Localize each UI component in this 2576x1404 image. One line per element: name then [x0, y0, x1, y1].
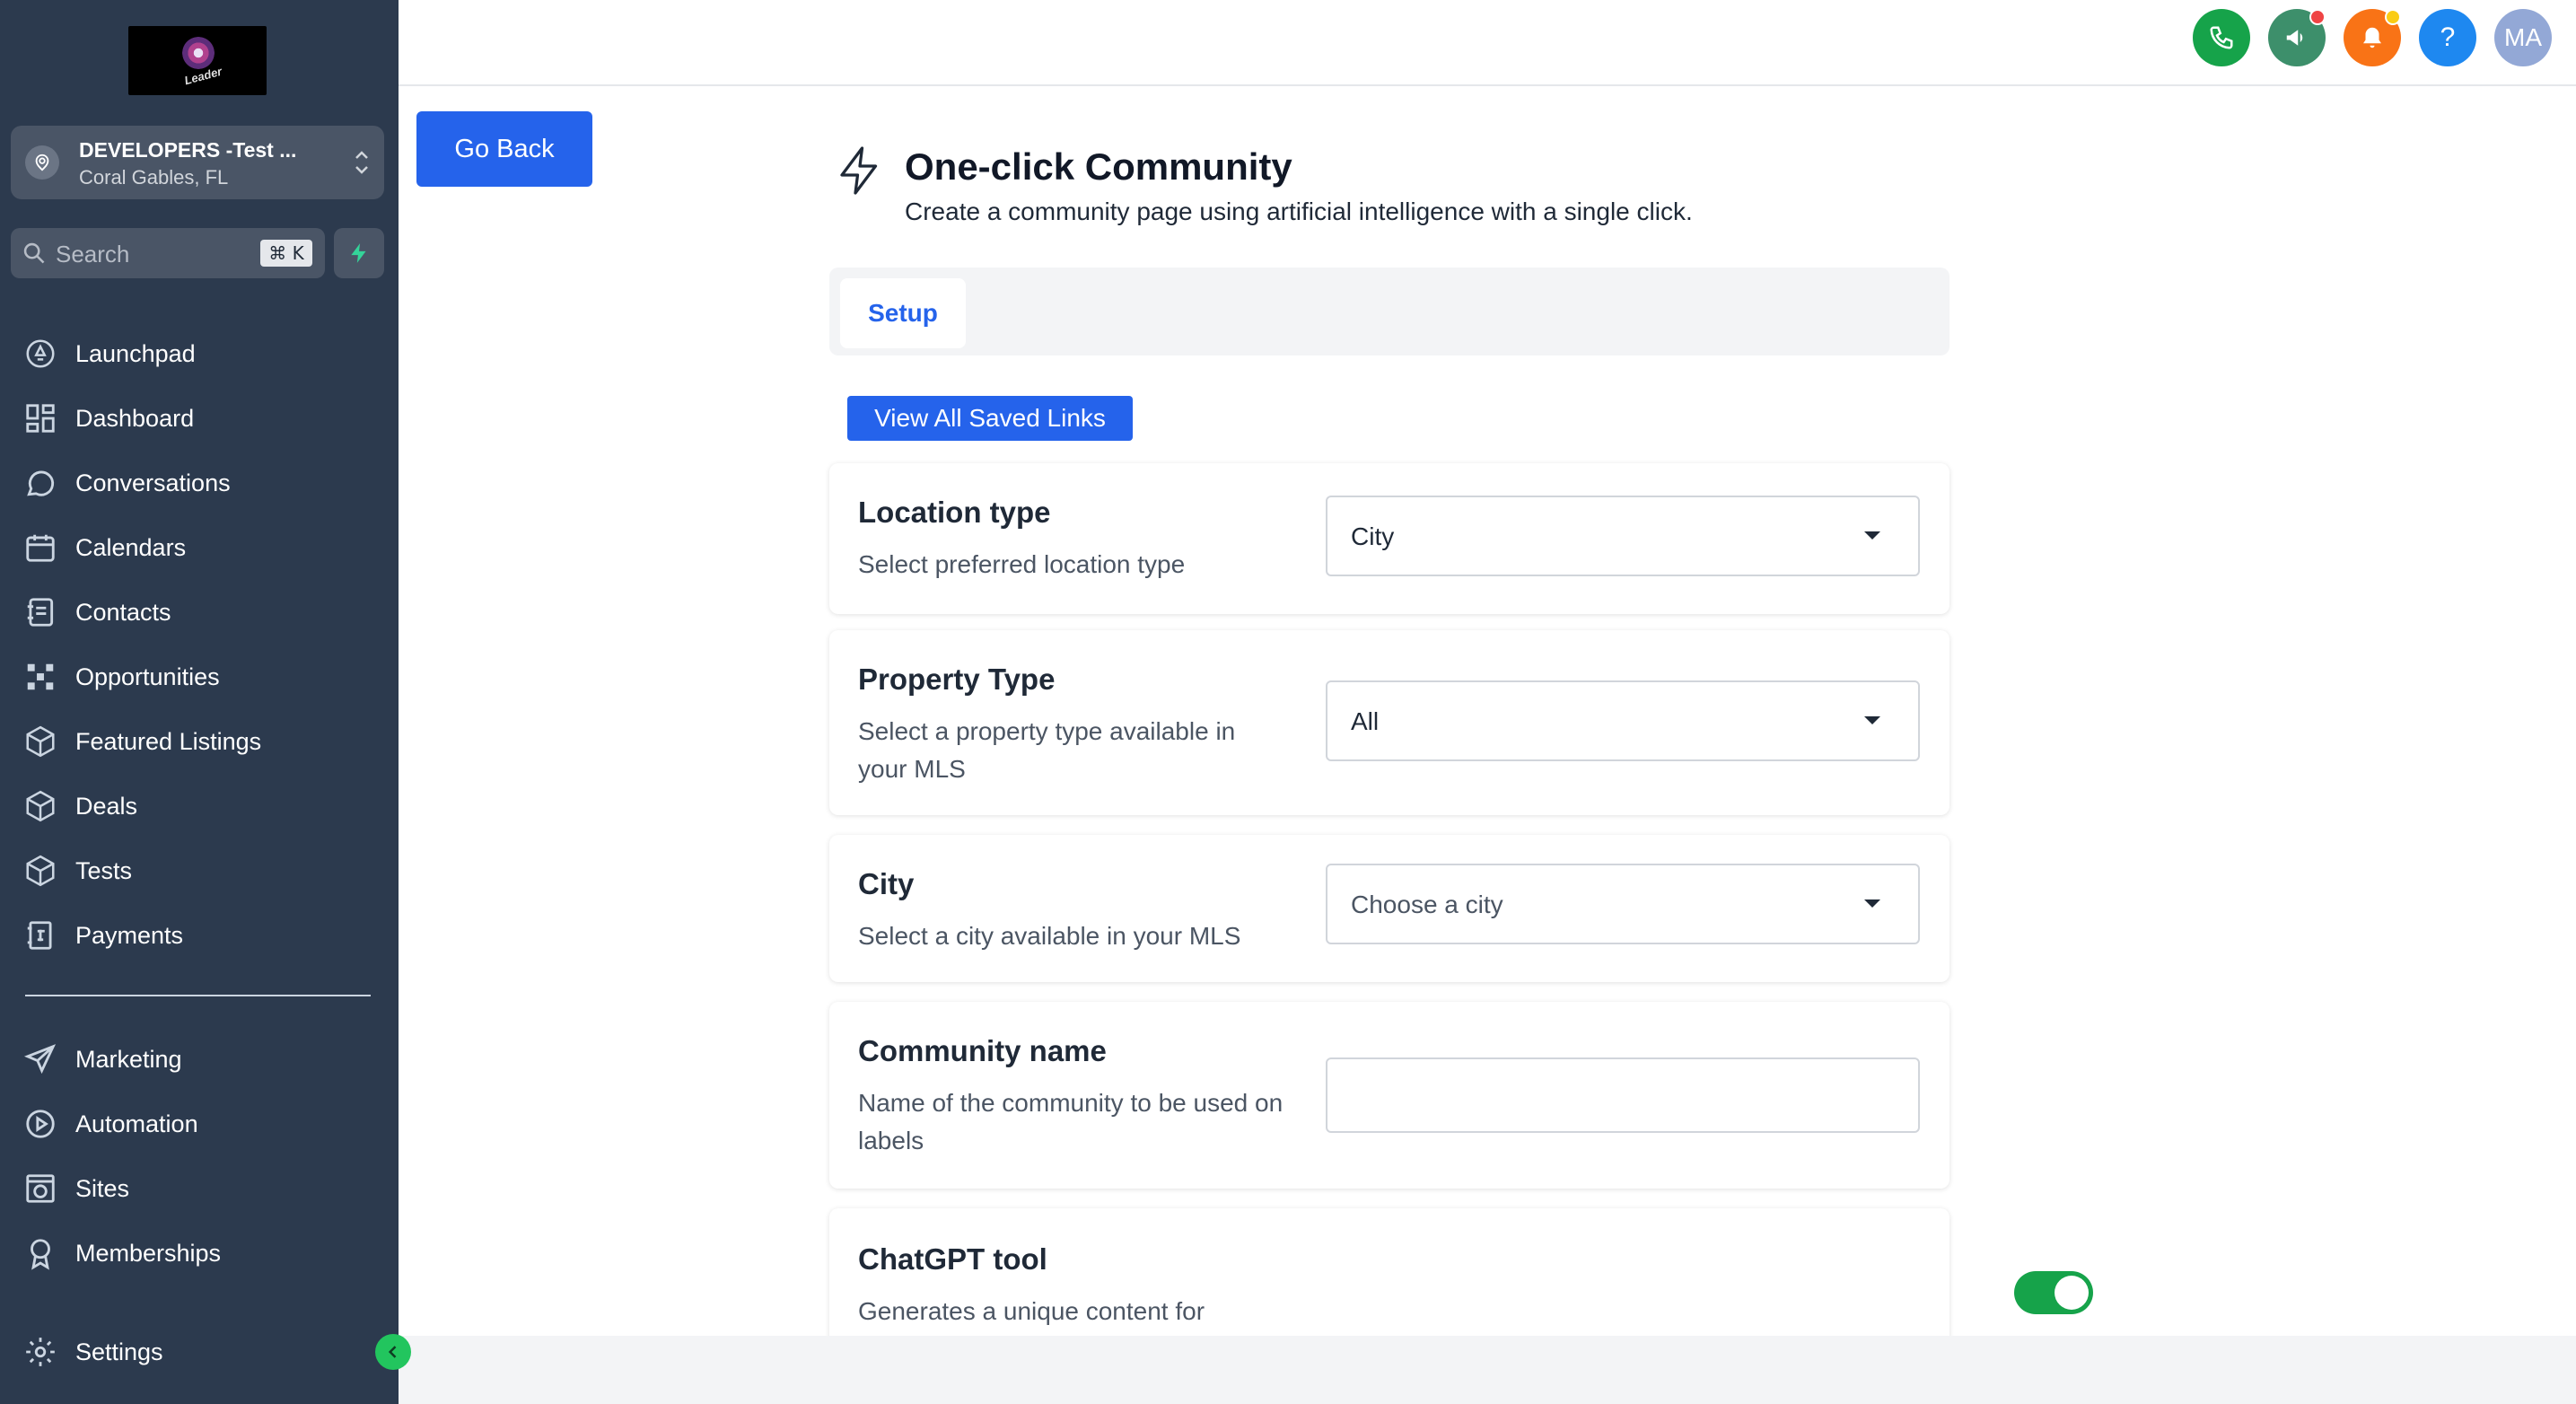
tab-setup[interactable]: Setup [840, 278, 966, 348]
caret-down-icon [1864, 899, 1880, 908]
help-icon: ? [2440, 22, 2456, 52]
box-icon [26, 790, 55, 822]
chatgpt-toggle[interactable] [2014, 1271, 2093, 1314]
property-type-select[interactable]: All [1326, 680, 1920, 761]
account-name: DEVELOPERS -Test ... [79, 138, 297, 162]
collapse-sidebar-button[interactable] [375, 1334, 411, 1370]
sidebar-item-calendars[interactable]: Calendars [23, 526, 186, 569]
main-content: Go Back One-click Community Create a com… [399, 86, 2576, 1352]
chat-bubble-icon [27, 470, 55, 496]
sidebar-item-tests[interactable]: Tests [23, 849, 132, 892]
city-title: City [858, 867, 915, 900]
sidebar-item-contacts[interactable]: Contacts [23, 591, 171, 634]
page-subtitle: Create a community page using artificial… [905, 197, 1693, 225]
chatgpt-title: ChatGPT tool [858, 1242, 1047, 1276]
user-avatar[interactable]: MA [2494, 9, 2552, 66]
gear-icon [26, 1338, 55, 1366]
bolt-icon [351, 243, 366, 263]
contacts-icon [27, 598, 54, 627]
box-icon [26, 725, 55, 758]
sidebar-divider [25, 995, 371, 996]
search-bar[interactable]: Search ⌘ K [11, 228, 325, 278]
megaphone-icon [2286, 30, 2303, 46]
rocket-icon [26, 339, 55, 368]
box-icon [26, 855, 55, 887]
search-icon [23, 242, 45, 264]
sidebar-item-opportunities[interactable]: Opportunities [23, 655, 220, 698]
sidebar-item-payments[interactable]: Payments [23, 914, 183, 957]
tab-bar: Setup [829, 268, 1950, 355]
bell-icon [2363, 27, 2381, 48]
account-location: Coral Gables, FL [79, 166, 229, 189]
sidebar-item-sites[interactable]: Sites [23, 1167, 129, 1210]
sidebar-item-featured-listings[interactable]: Featured Listings [23, 720, 261, 763]
sidebar-item-conversations[interactable]: Conversations [23, 461, 231, 505]
receipt-icon [27, 921, 52, 950]
search-shortcut: ⌘ K [260, 240, 312, 267]
page-title: One-click Community [905, 145, 1292, 188]
caret-down-icon [1864, 531, 1880, 540]
lightning-icon [840, 146, 878, 195]
location-type-select[interactable]: City [1326, 496, 1920, 576]
sidebar-item-dashboard[interactable]: Dashboard [23, 397, 194, 440]
city-desc: Select a city available in your MLS [858, 922, 1241, 950]
help-button[interactable]: ? [2419, 9, 2476, 66]
sidebar-item-settings[interactable]: Settings [23, 1330, 163, 1373]
sidebar-item-automation[interactable]: Automation [23, 1102, 198, 1145]
city-card: City Select a city available in your MLS… [829, 835, 1950, 982]
calendar-icon [26, 534, 55, 562]
notification-dot [2309, 9, 2326, 25]
globe-window-icon [26, 1174, 55, 1203]
chevron-left-icon [388, 1346, 397, 1358]
toggle-knob [2055, 1276, 2089, 1310]
property-type-card: Property Type Select a property type ava… [829, 630, 1950, 815]
phone-icon [2210, 26, 2233, 49]
sidebar-item-deals[interactable]: Deals [23, 785, 137, 828]
search-label: Search [56, 241, 130, 268]
announcements-button[interactable] [2268, 9, 2326, 66]
top-bar: ? MA [399, 0, 2576, 86]
play-circle-icon [26, 1110, 55, 1138]
community-name-title: Community name [858, 1034, 1107, 1067]
send-icon [23, 1044, 57, 1075]
sidebar-item-marketing[interactable]: Marketing [23, 1038, 182, 1081]
community-name-desc: Name of the community to be used on labe… [858, 1089, 1284, 1154]
dashboard-icon [26, 404, 55, 433]
chevron-updown-icon [355, 151, 368, 174]
sidebar-item-launchpad[interactable]: Launchpad [23, 332, 196, 375]
phone-button[interactable] [2193, 9, 2250, 66]
notifications-button[interactable] [2344, 9, 2401, 66]
location-type-desc: Select preferred location type [858, 550, 1186, 578]
community-name-input[interactable] [1326, 1057, 1920, 1133]
caret-down-icon [1864, 716, 1880, 724]
location-type-title: Location type [858, 496, 1051, 529]
sidebar: Leader DEVELOPERS -Test ... Coral Gables… [0, 0, 399, 1404]
location-type-card: Location type Select preferred location … [829, 463, 1950, 614]
quick-actions-button[interactable] [334, 228, 384, 278]
property-type-title: Property Type [858, 663, 1056, 696]
community-name-card: Community name Name of the community to … [829, 1002, 1950, 1189]
sidebar-item-memberships[interactable]: Memberships [23, 1232, 221, 1275]
city-select[interactable]: Choose a city [1326, 864, 1920, 944]
page-footer [399, 1336, 2576, 1404]
view-saved-links-button[interactable]: View All Saved Links [847, 396, 1133, 441]
opportunities-icon [27, 663, 54, 690]
property-type-desc: Select a property type available in your… [858, 717, 1236, 783]
chatgpt-card: ChatGPT tool Generates a unique content … [829, 1208, 2093, 1352]
notification-dot [2385, 9, 2401, 25]
go-back-button[interactable]: Go Back [416, 111, 592, 187]
chatgpt-desc: Generates a unique content for [858, 1297, 1205, 1325]
account-switcher[interactable]: DEVELOPERS -Test ... Coral Gables, FL [11, 126, 384, 199]
location-pin-icon [25, 145, 59, 180]
company-logo: Leader [128, 26, 267, 95]
award-icon [31, 1239, 50, 1270]
